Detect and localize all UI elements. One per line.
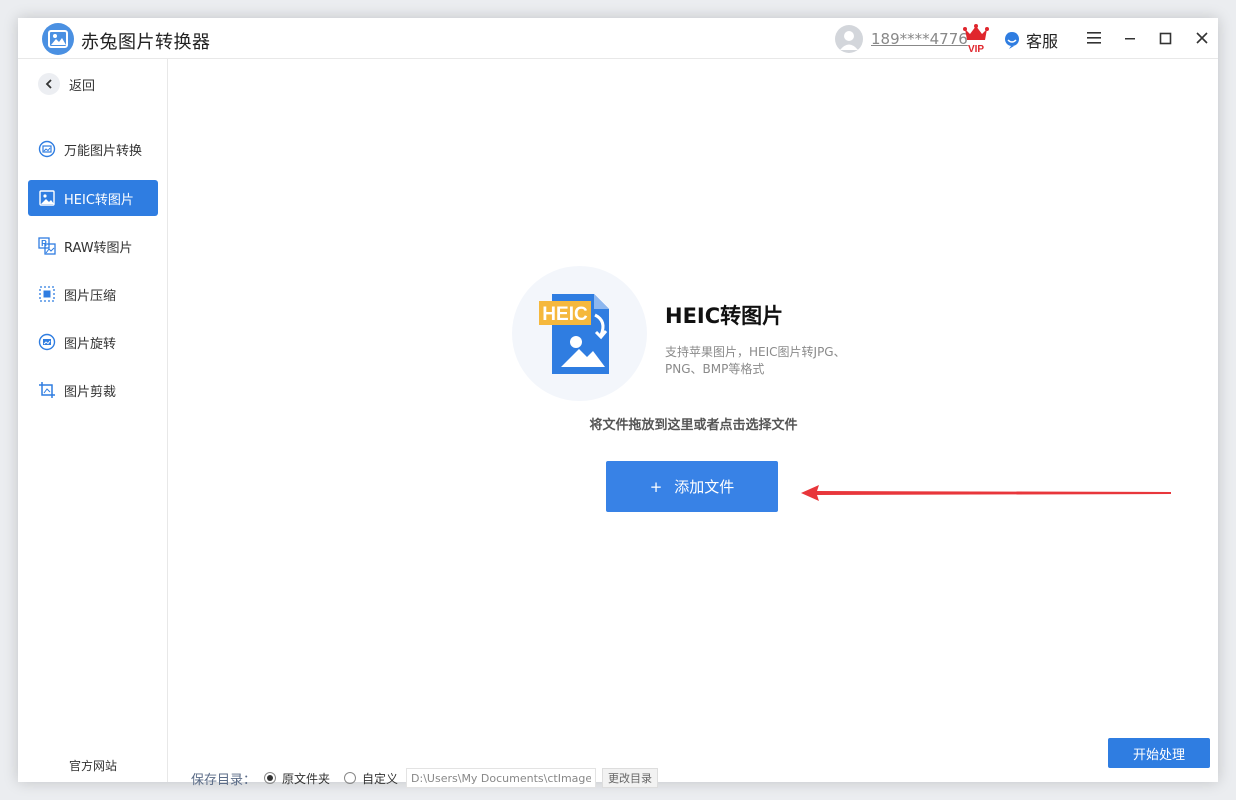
radio-original-folder[interactable] xyxy=(264,772,277,784)
vip-crown-icon[interactable]: VIP xyxy=(963,23,989,55)
sidebar-item-label: 万能图片转换 xyxy=(64,143,143,159)
rotate-icon xyxy=(38,333,56,351)
sidebar-item-compress[interactable]: 图片压缩 xyxy=(28,276,158,312)
change-directory-button[interactable]: 更改目录 xyxy=(602,768,659,788)
sidebar-item-label: 图片剪裁 xyxy=(64,384,117,400)
drop-area[interactable]: HEIC HEIC转图片 支持苹果图片，HEIC图片转JPG、PNG、BMP等格… xyxy=(169,59,1218,788)
back-button[interactable]: 返回 xyxy=(38,73,95,95)
save-directory-label: 保存目录： xyxy=(191,772,257,788)
title-bar: 赤兔图片转换器 189****4776 VIP 客服 xyxy=(18,18,1218,59)
radio-custom-folder[interactable] xyxy=(344,772,357,784)
sidebar-item-rotate[interactable]: 图片旋转 xyxy=(28,324,158,360)
avatar[interactable] xyxy=(835,25,863,53)
app-logo-icon xyxy=(42,23,74,55)
start-processing-button[interactable]: 开始处理 xyxy=(1108,738,1210,768)
original-folder-label[interactable]: 原文件夹 xyxy=(282,770,330,787)
sidebar-item-label: 图片旋转 xyxy=(64,336,117,352)
menu-button[interactable] xyxy=(1082,26,1106,50)
customer-service-button[interactable]: 客服 xyxy=(1004,28,1058,52)
sidebar-item-label: HEIC转图片 xyxy=(64,192,134,208)
sidebar-item-crop[interactable]: 图片剪裁 xyxy=(28,372,158,408)
plus-icon: + xyxy=(649,477,663,496)
red-arrow-annotation xyxy=(801,485,1171,501)
drop-hint: 将文件拖放到这里或者点击选择文件 xyxy=(589,418,798,433)
official-website-link[interactable]: 官方网站 xyxy=(18,757,168,774)
add-file-button[interactable]: + 添加文件 xyxy=(606,461,778,512)
back-label: 返回 xyxy=(69,78,96,94)
heic-file-icon: HEIC xyxy=(539,289,624,379)
app-title: 赤兔图片转换器 xyxy=(81,32,211,53)
hamburger-icon xyxy=(1087,32,1101,44)
heic-icon xyxy=(38,189,56,207)
feature-description: 支持苹果图片，HEIC图片转JPG、PNG、BMP等格式 xyxy=(665,345,846,376)
app-window: 赤兔图片转换器 189****4776 VIP 客服 返回 万能图片转换 HEI… xyxy=(18,18,1218,788)
add-file-label: 添加文件 xyxy=(674,478,735,496)
close-icon xyxy=(1196,32,1208,44)
vip-badge-text: VIP xyxy=(968,44,984,53)
username-link[interactable]: 189****4776 xyxy=(871,30,968,48)
compress-icon xyxy=(38,285,56,303)
custom-folder-label[interactable]: 自定义 xyxy=(362,770,398,787)
minimize-icon xyxy=(1125,38,1135,40)
service-icon xyxy=(1005,32,1019,49)
minimize-button[interactable] xyxy=(1118,26,1142,50)
crop-icon xyxy=(38,381,56,399)
sidebar-item-label: RAW转图片 xyxy=(64,240,133,256)
feature-title: HEIC转图片 xyxy=(665,304,784,328)
raw-icon: R xyxy=(38,237,56,255)
image-convert-icon xyxy=(38,140,56,158)
service-label: 客服 xyxy=(1026,32,1059,51)
output-path-input[interactable] xyxy=(406,768,597,788)
heic-badge-text: HEIC xyxy=(542,304,588,325)
sidebar-item-universal-convert[interactable]: 万能图片转换 xyxy=(28,131,158,167)
sidebar: 返回 万能图片转换 HEIC转图片 R RAW转图片 图片压缩 图片旋转 图片剪… xyxy=(18,59,168,782)
sidebar-item-label: 图片压缩 xyxy=(64,288,117,304)
close-button[interactable] xyxy=(1190,26,1214,50)
sidebar-item-raw[interactable]: R RAW转图片 xyxy=(28,228,158,264)
sidebar-item-heic[interactable]: HEIC转图片 xyxy=(28,180,158,216)
chevron-left-icon xyxy=(38,73,60,95)
maximize-icon xyxy=(1159,32,1171,44)
maximize-button[interactable] xyxy=(1153,26,1177,50)
save-directory-row: 保存目录： 原文件夹 自定义 更改目录 xyxy=(191,768,659,788)
